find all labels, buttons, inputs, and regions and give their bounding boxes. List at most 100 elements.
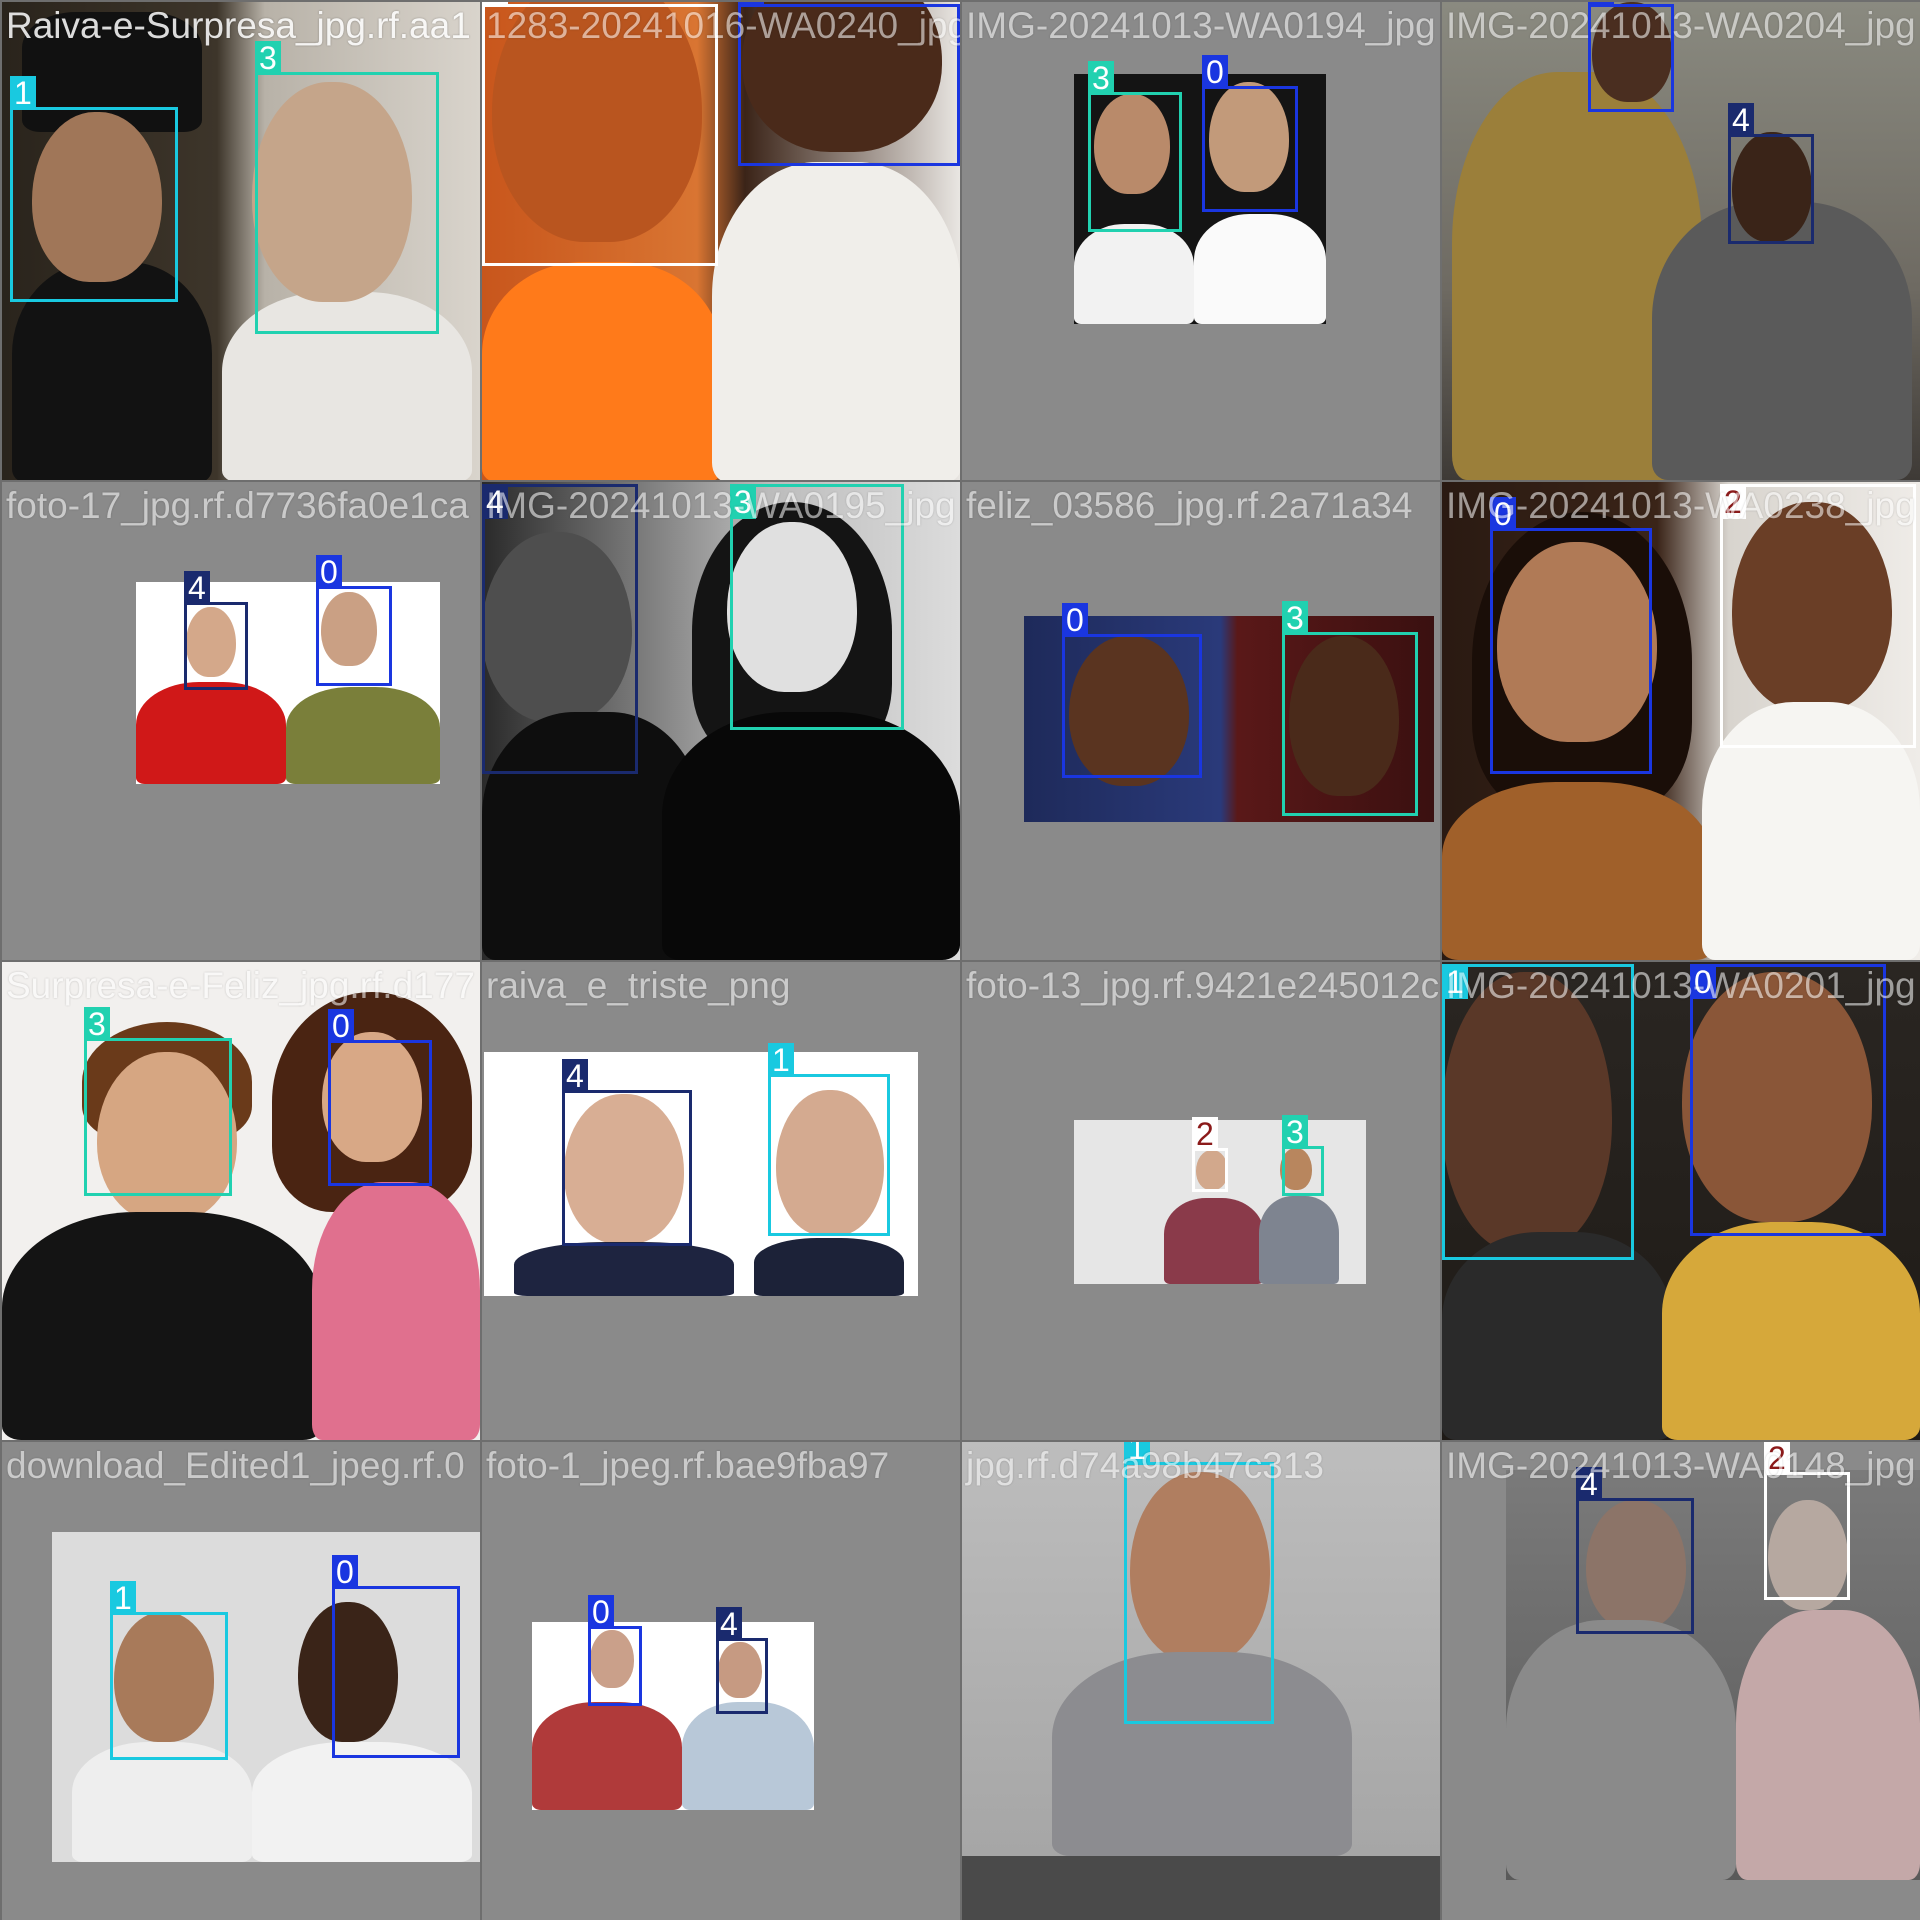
image-filename: feliz_03586_jpg.rf.2a71a34 <box>966 485 1413 526</box>
class-label: 0 <box>316 555 342 589</box>
person-shape <box>2 1212 322 1440</box>
person-shape <box>72 1742 252 1862</box>
detection-box: 0 <box>1490 497 1652 774</box>
tile-8: 0 2 IMG-20241013-WA0238_jpg <box>1442 482 1920 960</box>
detection-box: 0 <box>332 1555 460 1758</box>
tile-16: 4 2 IMG-20241013-WA0148_jpg <box>1442 1442 1920 1920</box>
detection-box: 0 <box>328 1009 432 1186</box>
detection-box: 0 <box>316 555 392 686</box>
detection-box: 1 <box>110 1581 228 1760</box>
person-shape <box>136 682 286 784</box>
class-label: 0 <box>1202 55 1228 89</box>
person-shape <box>1662 1222 1920 1440</box>
photo <box>1074 1120 1366 1284</box>
person-shape <box>712 162 960 480</box>
person-shape <box>514 1242 734 1296</box>
detection-box: 1 <box>1442 964 1634 1260</box>
tile-9: 3 0 Surpresa-e-Feliz_jpg.rf.d177 <box>2 962 480 1440</box>
class-label: 4 <box>716 1607 742 1641</box>
tile-3: 3 0 IMG-20241013-WA0194_jpg <box>962 2 1440 480</box>
person-shape <box>1259 1196 1339 1284</box>
tile-1: 1 3 Raiva-e-Surpresa_jpg.rf.aa1 <box>2 2 480 480</box>
detection-box: 3 <box>730 484 904 730</box>
person-shape <box>662 712 960 960</box>
tile-13: 1 0 download_Edited1_jpeg.rf.0 <box>2 1442 480 1920</box>
class-label: 4 <box>184 571 210 605</box>
detection-box: 4 <box>184 571 248 690</box>
detection-box: 4 <box>482 484 638 774</box>
class-label: 2 <box>1192 1117 1218 1151</box>
photo <box>136 582 440 784</box>
tile-11: 2 3 foto-13_jpg.rf.9421e245012c <box>962 962 1440 1440</box>
detection-box: 2 <box>482 2 718 266</box>
detection-box: 3 <box>1282 601 1418 816</box>
detection-box: 0 <box>738 2 960 166</box>
class-label: 4 <box>1728 103 1754 137</box>
person-shape <box>1164 1198 1264 1284</box>
class-label: 3 <box>730 485 756 519</box>
detection-box: 2 <box>1764 1442 1850 1600</box>
class-label: 4 <box>562 1059 588 1093</box>
class-label: 0 <box>332 1555 358 1589</box>
detection-box: 0 <box>1690 964 1886 1236</box>
class-label: 2 <box>1720 485 1746 519</box>
class-label: 4 <box>1576 1467 1602 1501</box>
person-shape <box>1736 1610 1920 1880</box>
tile-5: 4 0 foto-17_jpg.rf.d7736fa0e1ca <box>2 482 480 960</box>
class-label: 3 <box>255 41 281 75</box>
class-label: 0 <box>328 1009 354 1043</box>
tile-12: 1 0 IMG-20241013-WA0201_jpg <box>1442 962 1920 1440</box>
person-shape <box>252 1742 472 1862</box>
person-shape <box>286 687 440 784</box>
photo <box>532 1622 814 1810</box>
image-filename: foto-1_jpeg.rf.bae9fba97 <box>486 1445 890 1486</box>
image-filename: raiva_e_triste_png <box>486 965 791 1006</box>
tile-10: 4 1 raiva_e_triste_png <box>482 962 960 1440</box>
detection-box: 1 <box>768 1043 890 1236</box>
class-label: 2 <box>482 2 508 7</box>
detection-box: 3 <box>255 41 439 334</box>
class-label: 0 <box>588 1595 614 1629</box>
class-label: 3 <box>84 1007 110 1041</box>
person-shape <box>754 1238 904 1296</box>
tile-2: 2 0 1283-20241016-WA0240_jpg <box>482 2 960 480</box>
class-label: 0 <box>1490 497 1516 531</box>
image-filename: IMG-20241013-WA0194_jpg <box>966 5 1436 46</box>
detection-box: 3 <box>84 1007 232 1196</box>
class-label: 0 <box>1690 965 1716 999</box>
detection-box: 4 <box>1576 1467 1694 1634</box>
detection-box: 0 <box>1202 55 1298 212</box>
class-label: 1 <box>1442 965 1468 999</box>
tile-14: 0 4 foto-1_jpeg.rf.bae9fba97 <box>482 1442 960 1920</box>
detection-box: 4 <box>716 1607 768 1714</box>
detection-box: 2 <box>1720 484 1916 748</box>
tile-7: 0 3 feliz_03586_jpg.rf.2a71a34 <box>962 482 1440 960</box>
detection-box: 0 <box>1588 2 1674 112</box>
detection-box: 1 <box>10 76 178 302</box>
tile-15: 1 jpg.rf.d74a98b47c313 <box>962 1442 1440 1920</box>
person-shape <box>532 1702 682 1810</box>
person-shape <box>1506 1620 1736 1880</box>
class-label: 1 <box>10 76 36 110</box>
mosaic-grid: 1 3 Raiva-e-Surpresa_jpg.rf.aa1 2 0 1283… <box>0 0 1920 1920</box>
class-label: 1 <box>1124 1442 1150 1465</box>
person-shape <box>1442 1232 1672 1440</box>
class-label: 0 <box>738 2 764 7</box>
detection-box: 0 <box>588 1595 642 1706</box>
person-shape <box>482 262 722 480</box>
class-label: 0 <box>1588 2 1614 7</box>
class-label: 3 <box>1088 61 1114 95</box>
detection-box: 3 <box>1088 61 1182 232</box>
detection-box: 3 <box>1282 1115 1324 1196</box>
class-label: 0 <box>1062 603 1088 637</box>
person-shape <box>312 1182 480 1440</box>
person-shape <box>1194 214 1326 324</box>
image-filename: foto-13_jpg.rf.9421e245012c <box>966 965 1440 1006</box>
person-shape <box>1074 224 1194 324</box>
class-label: 3 <box>1282 1115 1308 1149</box>
photo-bottom-band <box>962 1856 1440 1920</box>
tile-4: 0 4 IMG-20241013-WA0204_jpg <box>1442 2 1920 480</box>
detection-box: 1 <box>1124 1442 1274 1724</box>
detection-box: 4 <box>562 1059 692 1246</box>
tile-6: 4 3 IMG-20241013-WA0195_jpg <box>482 482 960 960</box>
